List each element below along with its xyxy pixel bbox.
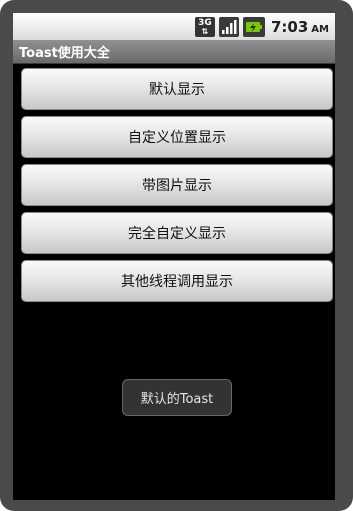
clock-time: 7:03 bbox=[270, 17, 309, 36]
battery-charging-icon bbox=[242, 16, 265, 37]
toast-message: 默认的Toast bbox=[122, 379, 232, 416]
button-label: 默认显示 bbox=[149, 82, 205, 98]
image-toast-button[interactable]: 带图片显示 bbox=[21, 164, 333, 206]
button-label: 带图片显示 bbox=[142, 178, 212, 194]
device-frame: 3G ⇅ 7:03 AM Toast使用大全 默认显示 自定义位置显示 带图片显… bbox=[0, 0, 353, 511]
button-label: 其他线程调用显示 bbox=[121, 274, 233, 290]
signal-bars-icon bbox=[218, 16, 239, 37]
button-label: 自定义位置显示 bbox=[128, 130, 226, 146]
status-clock: 7:03 AM bbox=[271, 18, 329, 36]
screen: 3G ⇅ 7:03 AM Toast使用大全 默认显示 自定义位置显示 带图片显… bbox=[13, 13, 335, 500]
button-label: 完全自定义显示 bbox=[128, 226, 226, 242]
custom-position-toast-button[interactable]: 自定义位置显示 bbox=[21, 116, 333, 158]
app-title: Toast使用大全 bbox=[19, 46, 110, 61]
clock-ampm: AM bbox=[311, 23, 329, 35]
other-thread-toast-button[interactable]: 其他线程调用显示 bbox=[21, 260, 333, 302]
default-toast-button[interactable]: 默认显示 bbox=[21, 68, 333, 110]
fully-custom-toast-button[interactable]: 完全自定义显示 bbox=[21, 212, 333, 254]
network-label: 3G bbox=[198, 17, 212, 28]
app-title-bar: Toast使用大全 bbox=[13, 40, 335, 64]
status-bar: 3G ⇅ 7:03 AM bbox=[13, 13, 335, 40]
3g-data-icon: 3G ⇅ bbox=[194, 16, 215, 37]
content-area: 默认显示 自定义位置显示 带图片显示 完全自定义显示 其他线程调用显示 默认的T… bbox=[13, 64, 335, 500]
toast-text: 默认的Toast bbox=[140, 392, 214, 407]
